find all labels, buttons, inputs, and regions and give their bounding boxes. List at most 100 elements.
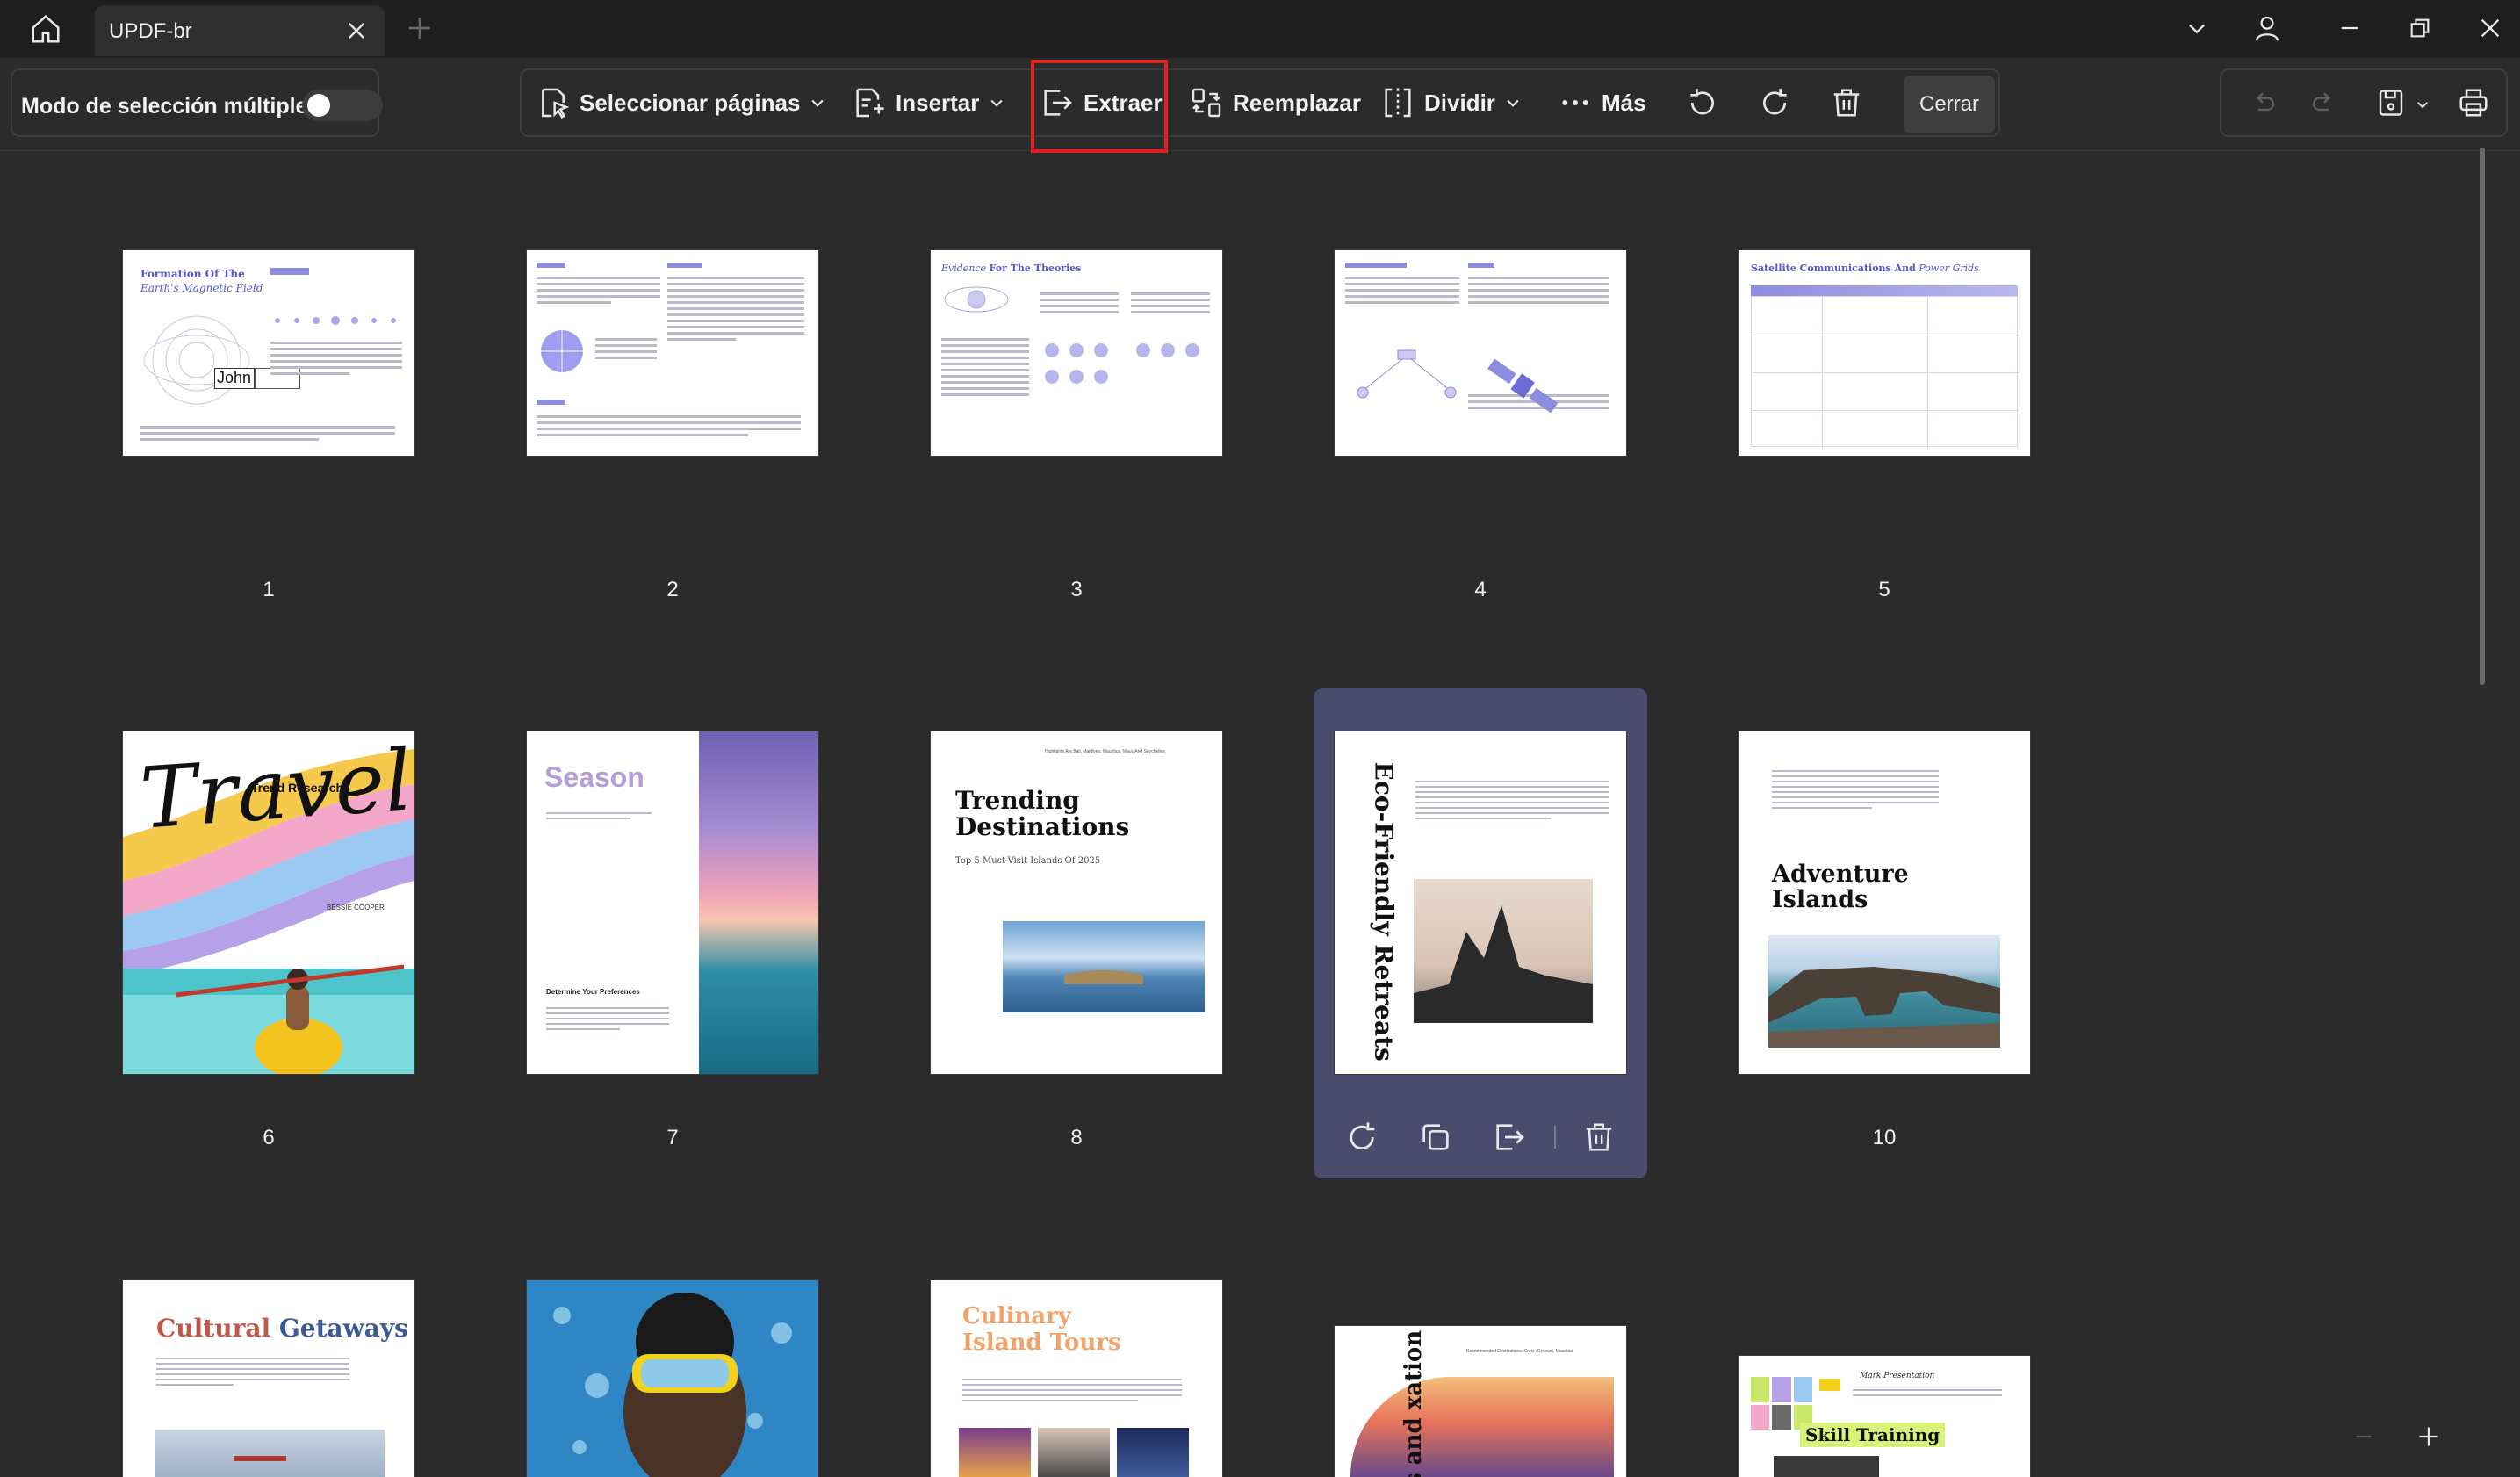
- page-thumbnail[interactable]: Recommended Destinations: Crete (Greece)…: [1335, 1326, 1626, 1477]
- page-thumbnail[interactable]: Formation Of The Earth's Magnetic Field …: [123, 250, 414, 456]
- page-delete-button[interactable]: [1575, 1113, 1623, 1161]
- select-pages-button[interactable]: Seleccionar páginas: [536, 70, 826, 135]
- page-title: Power Grids: [1919, 263, 1979, 274]
- page-thumbnail[interactable]: [527, 250, 818, 456]
- replace-button[interactable]: Reemplazar: [1189, 70, 1361, 135]
- page-copy-button[interactable]: [1412, 1113, 1459, 1161]
- page-extract-button[interactable]: [1486, 1113, 1533, 1161]
- page-thumbnail[interactable]: Adventure Islands: [1739, 731, 2030, 1074]
- island-photo: [1003, 921, 1205, 1012]
- add-tab-icon[interactable]: [406, 14, 434, 42]
- cover-title: Season: [544, 761, 644, 793]
- page-rotate-button[interactable]: [1338, 1113, 1386, 1161]
- close-icon: [2480, 18, 2500, 38]
- page-number: 4: [1474, 578, 1487, 602]
- save-icon: [2379, 90, 2403, 116]
- account-button[interactable]: [2248, 11, 2286, 46]
- print-icon: [2459, 89, 2488, 117]
- minimize-button[interactable]: [2330, 11, 2369, 46]
- home-icon: [32, 15, 60, 43]
- moon-phases: [1045, 343, 1108, 384]
- page-title: Formation Of The: [140, 268, 245, 280]
- trash-icon: [1586, 1123, 1612, 1151]
- rock-photo: [1414, 879, 1593, 1023]
- page-title: Satellite Communications And: [1751, 263, 1916, 274]
- document-tab[interactable]: UPDF-br: [95, 5, 385, 56]
- more-label: Más: [1602, 89, 1646, 116]
- replace-label: Reemplazar: [1233, 89, 1361, 116]
- planet-row: [275, 316, 396, 325]
- multi-select-label: Modo de selección múltiple: [21, 94, 308, 119]
- home-button[interactable]: [21, 7, 70, 51]
- tab-title: UPDF-br: [109, 19, 192, 43]
- page-thumbnail[interactable]: [527, 1280, 818, 1477]
- page-title: ess and xation: [1400, 1329, 1428, 1477]
- user-icon: [2255, 16, 2279, 41]
- delete-button[interactable]: [1823, 79, 1870, 126]
- split-icon: [1385, 88, 1411, 118]
- page-subtitle: Top 5 Must-Visit Islands Of 2025: [955, 856, 1101, 866]
- page-thumbnail[interactable]: Travel Trend Research BESSIE COOPER: [123, 731, 414, 1074]
- toggle-knob: [307, 94, 330, 117]
- chevron-down-icon: [811, 99, 824, 107]
- magnetic-field-illustration: [143, 315, 250, 405]
- more-icon: [1562, 100, 1588, 105]
- rotate-right-button[interactable]: [1751, 79, 1798, 126]
- page-thumbnail[interactable]: Cultural Getaways: [123, 1280, 414, 1477]
- page-subtitle: Earth's Magnetic Field: [140, 282, 263, 294]
- redo-button[interactable]: [2300, 79, 2348, 126]
- page-title: Getaways: [278, 1314, 408, 1343]
- minus-icon: [2356, 1435, 2372, 1438]
- page-thumbnail[interactable]: Mark Presentation Skill Training: [1739, 1356, 2030, 1477]
- page-title: Evidence: [941, 263, 987, 274]
- save-button[interactable]: [2367, 79, 2415, 126]
- page-thumbnail[interactable]: Season Determine Your Preferences: [527, 731, 818, 1074]
- more-button[interactable]: Más: [1558, 70, 1646, 135]
- page-title: Culinary: [962, 1303, 1071, 1329]
- page-header: Highlights Are Bali, Maldives, Mauritius…: [1045, 749, 1165, 754]
- page-thumbnail-selected[interactable]: Eco-Friendly Retreats: [1335, 731, 1626, 1074]
- close-tab-icon[interactable]: [344, 18, 369, 43]
- satellite-diagram: [1357, 349, 1457, 399]
- sunset-photo: [1350, 1377, 1614, 1477]
- close-window-button[interactable]: [2471, 11, 2509, 46]
- zoom-out-button[interactable]: [2344, 1417, 2383, 1456]
- insert-button[interactable]: Insertar: [852, 70, 1005, 135]
- rotate-left-button[interactable]: [1679, 79, 1726, 126]
- dropdown-button[interactable]: [2178, 11, 2216, 46]
- zoom-in-button[interactable]: [2409, 1417, 2448, 1456]
- page-title: Adventure Islands: [1772, 861, 1909, 913]
- page-thumbnail[interactable]: Evidence For The Theories: [931, 250, 1222, 456]
- vertical-scrollbar[interactable]: [2480, 148, 2485, 685]
- page-number: 1: [263, 578, 275, 602]
- page-thumbnail[interactable]: Highlights Are Bali, Maldives, Mauritius…: [931, 731, 1222, 1074]
- right-tool-group: [2220, 68, 2508, 137]
- page-number: 8: [1070, 1126, 1083, 1149]
- multi-select-box: Modo de selección múltiple: [11, 68, 383, 137]
- data-table: [1751, 296, 2019, 448]
- split-button[interactable]: Dividir: [1380, 70, 1522, 135]
- split-label: Dividir: [1424, 89, 1495, 116]
- print-button[interactable]: [2450, 79, 2497, 126]
- page-thumbnail[interactable]: [1335, 250, 1626, 456]
- page-number: 5: [1878, 578, 1890, 602]
- page-thumbnail[interactable]: Satellite Communications And Power Grids: [1739, 250, 2030, 456]
- page-number: 3: [1070, 578, 1083, 602]
- text-overlay: John: [214, 368, 255, 389]
- chevron-down-icon: [990, 99, 1003, 107]
- extract-icon: [1496, 1124, 1524, 1150]
- replace-icon: [1192, 88, 1221, 118]
- extract-highlight: [1031, 60, 1168, 153]
- rotate-right-icon: [1763, 89, 1787, 115]
- close-organizer-button[interactable]: Cerrar: [1904, 76, 1995, 133]
- save-options-button[interactable]: [2409, 81, 2436, 128]
- title-bar: UPDF-br: [0, 0, 2520, 58]
- satellite-icon: [1487, 358, 1559, 414]
- multi-select-toggle[interactable]: [302, 90, 383, 121]
- cover-subtitle: Trend Research: [251, 781, 344, 795]
- restore-button[interactable]: [2401, 11, 2439, 46]
- undo-button[interactable]: [2239, 79, 2286, 126]
- globe-illustration: [541, 330, 583, 372]
- insert-icon: [856, 88, 884, 118]
- page-thumbnail[interactable]: Culinary Island Tours: [931, 1280, 1222, 1477]
